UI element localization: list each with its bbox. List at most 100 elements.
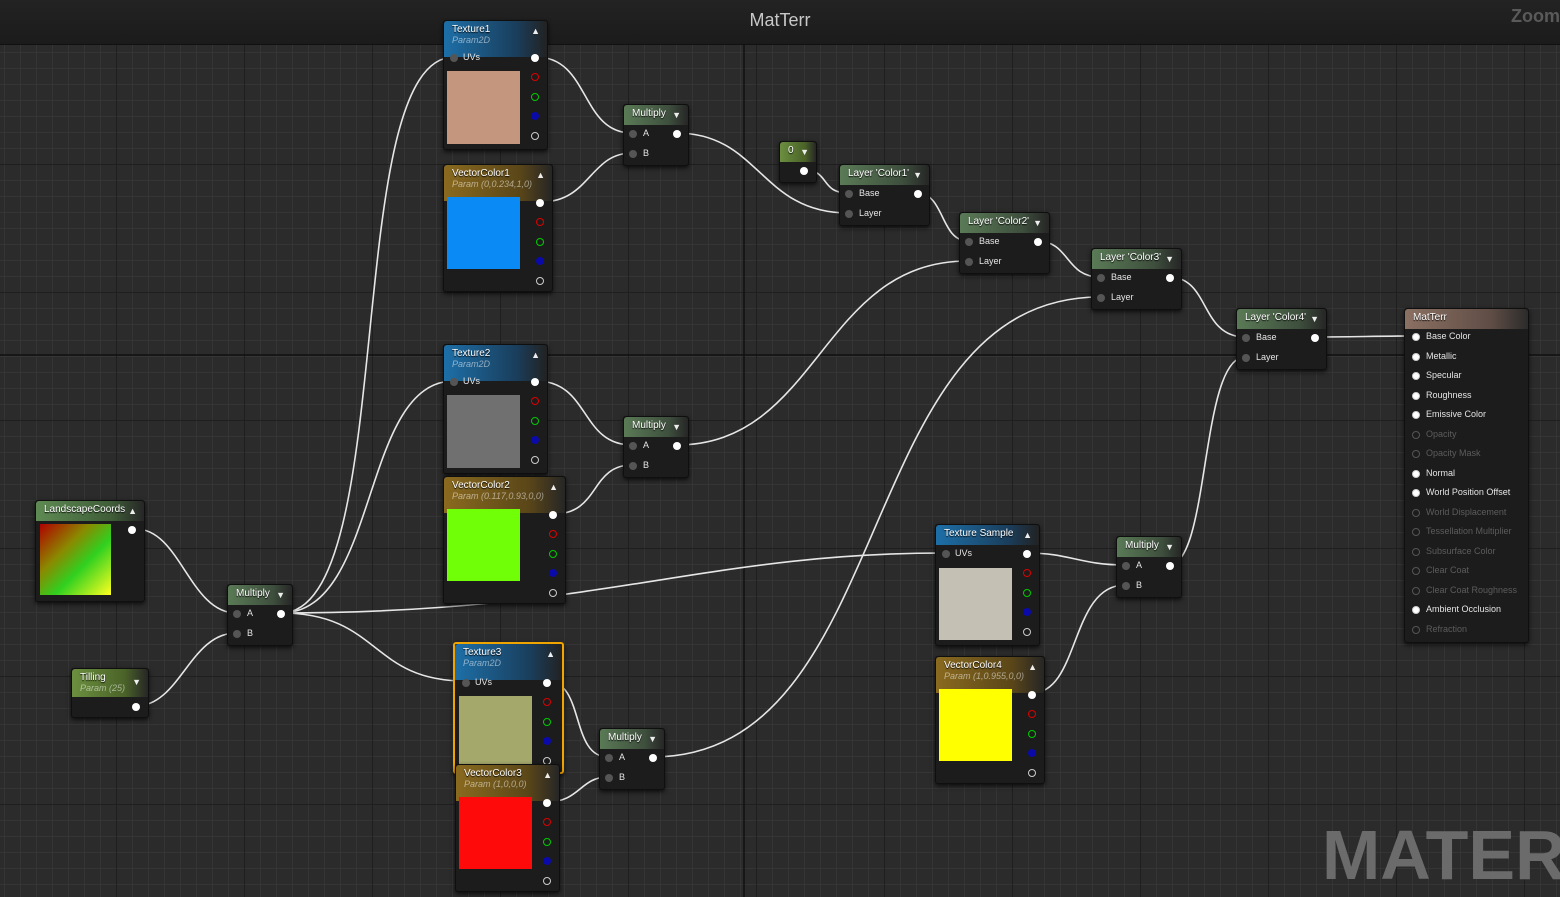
alpha-output-pin[interactable] (531, 132, 539, 140)
collapse-arrow-icon[interactable]: ▲ (536, 170, 545, 180)
green-output-pin[interactable] (1023, 589, 1031, 597)
output-pin[interactable] (1166, 274, 1174, 282)
landscape-coords-node[interactable]: LandscapeCoords ▲ (35, 500, 145, 602)
green-output-pin[interactable] (1028, 730, 1036, 738)
blue-output-pin[interactable] (531, 436, 539, 444)
texture-sample-node[interactable]: Texture Sample ▲ UVs (935, 524, 1040, 646)
material-input-pin[interactable] (1412, 469, 1420, 478)
dropdown-arrow-icon[interactable]: ▼ (1033, 218, 1042, 228)
dropdown-arrow-icon[interactable]: ▼ (672, 422, 681, 432)
red-output-pin[interactable] (1028, 710, 1036, 718)
uv-input-pin[interactable] (942, 550, 950, 558)
green-output-pin[interactable] (543, 838, 551, 846)
base-input-pin[interactable] (1242, 334, 1250, 342)
rgb-output-pin[interactable] (1023, 550, 1031, 558)
output-pin[interactable] (128, 526, 136, 534)
material-input-pin[interactable] (1412, 508, 1420, 517)
layer-input-pin[interactable] (1097, 294, 1105, 302)
dropdown-arrow-icon[interactable]: ▼ (276, 590, 285, 600)
texture1-node[interactable]: Texture1 Param2D ▲ UVs (443, 20, 548, 150)
b-input-pin[interactable] (1122, 582, 1130, 590)
output-pin[interactable] (132, 703, 140, 711)
vectorcolor3-node[interactable]: VectorColor3 Param (1,0,0,0) ▲ (455, 764, 560, 892)
b-input-pin[interactable] (233, 630, 241, 638)
uv-input-pin[interactable] (462, 679, 470, 687)
multiply4-node[interactable]: Multiply ▼ A B (1116, 536, 1182, 598)
multiply-coords-node[interactable]: Multiply ▼ A B (227, 584, 293, 646)
rgb-output-pin[interactable] (543, 799, 551, 807)
dropdown-arrow-icon[interactable]: ▼ (1165, 542, 1174, 552)
alpha-output-pin[interactable] (531, 456, 539, 464)
layer-input-pin[interactable] (845, 210, 853, 218)
red-output-pin[interactable] (543, 818, 551, 826)
material-input-pin[interactable] (1412, 567, 1420, 575)
alpha-output-pin[interactable] (1028, 769, 1036, 777)
rgb-output-pin[interactable] (1028, 691, 1036, 699)
layer-color2-node[interactable]: Layer 'Color2' ▼ Base Layer (959, 212, 1050, 274)
base-input-pin[interactable] (1097, 274, 1105, 282)
blue-output-pin[interactable] (543, 857, 551, 865)
output-pin[interactable] (673, 130, 681, 138)
a-input-pin[interactable] (605, 754, 613, 762)
alpha-output-pin[interactable] (536, 277, 544, 285)
material-input-pin[interactable] (1412, 528, 1420, 536)
output-pin[interactable] (277, 610, 285, 618)
blue-output-pin[interactable] (549, 569, 557, 577)
base-input-pin[interactable] (845, 190, 853, 198)
alpha-output-pin[interactable] (543, 877, 551, 885)
b-input-pin[interactable] (605, 774, 613, 782)
a-input-pin[interactable] (629, 442, 637, 450)
material-input-pin[interactable] (1412, 391, 1420, 400)
base-input-pin[interactable] (965, 238, 973, 246)
material-input-pin[interactable] (1412, 547, 1420, 556)
rgb-output-pin[interactable] (543, 679, 551, 687)
material-input-pin[interactable] (1412, 333, 1420, 341)
constant-zero-node[interactable]: 0 ▼ (779, 141, 817, 183)
output-pin[interactable] (673, 442, 681, 450)
rgb-output-pin[interactable] (536, 199, 544, 207)
dropdown-arrow-icon[interactable]: ▼ (1165, 254, 1174, 264)
b-input-pin[interactable] (629, 462, 637, 470)
material-input-pin[interactable] (1412, 489, 1420, 497)
dropdown-arrow-icon[interactable]: ▼ (800, 147, 809, 157)
blue-output-pin[interactable] (543, 737, 551, 745)
rgb-output-pin[interactable] (531, 54, 539, 62)
material-input-pin[interactable] (1412, 411, 1420, 419)
output-pin[interactable] (649, 754, 657, 762)
layer-color1-node[interactable]: Layer 'Color1' ▼ Base Layer (839, 164, 930, 226)
collapse-arrow-icon[interactable]: ▲ (546, 649, 555, 659)
collapse-arrow-icon[interactable]: ▲ (1028, 662, 1037, 672)
red-output-pin[interactable] (531, 397, 539, 405)
layer-input-pin[interactable] (1242, 354, 1250, 362)
collapse-arrow-icon[interactable]: ▲ (531, 350, 540, 360)
material-input-pin[interactable] (1412, 450, 1420, 458)
material-result-node[interactable]: MatTerr Base Color Metallic Specular Roughn… (1404, 308, 1529, 643)
vectorcolor2-node[interactable]: VectorColor2 Param (0.117,0.93,0,0) ▲ (443, 476, 566, 604)
texture2-node[interactable]: Texture2 Param2D ▲ UVs (443, 344, 548, 474)
alpha-output-pin[interactable] (1023, 628, 1031, 636)
red-output-pin[interactable] (531, 73, 539, 81)
dropdown-arrow-icon[interactable]: ▼ (672, 110, 681, 120)
layer-color3-node[interactable]: Layer 'Color3' ▼ Base Layer (1091, 248, 1182, 310)
b-input-pin[interactable] (629, 150, 637, 158)
multiply3-node[interactable]: Multiply ▼ A B (599, 728, 665, 790)
a-input-pin[interactable] (629, 130, 637, 138)
material-input-pin[interactable] (1412, 586, 1420, 595)
layer-color4-node[interactable]: Layer 'Color4' ▼ Base Layer (1236, 308, 1327, 370)
material-input-pin[interactable] (1412, 352, 1420, 361)
alpha-output-pin[interactable] (549, 589, 557, 597)
dropdown-arrow-icon[interactable]: ▼ (1310, 314, 1319, 324)
output-pin[interactable] (800, 167, 808, 175)
output-pin[interactable] (1311, 334, 1319, 342)
green-output-pin[interactable] (549, 550, 557, 558)
red-output-pin[interactable] (543, 698, 551, 706)
material-input-pin[interactable] (1412, 430, 1420, 439)
blue-output-pin[interactable] (536, 257, 544, 265)
layer-input-pin[interactable] (965, 258, 973, 266)
vectorcolor4-node[interactable]: VectorColor4 Param (1,0.955,0,0) ▲ (935, 656, 1045, 784)
texture3-node[interactable]: Texture3 Param2D ▲ UVs (453, 642, 564, 774)
rgb-output-pin[interactable] (549, 511, 557, 519)
output-pin[interactable] (1034, 238, 1042, 246)
red-output-pin[interactable] (536, 218, 544, 226)
dropdown-arrow-icon[interactable]: ▼ (648, 734, 657, 744)
